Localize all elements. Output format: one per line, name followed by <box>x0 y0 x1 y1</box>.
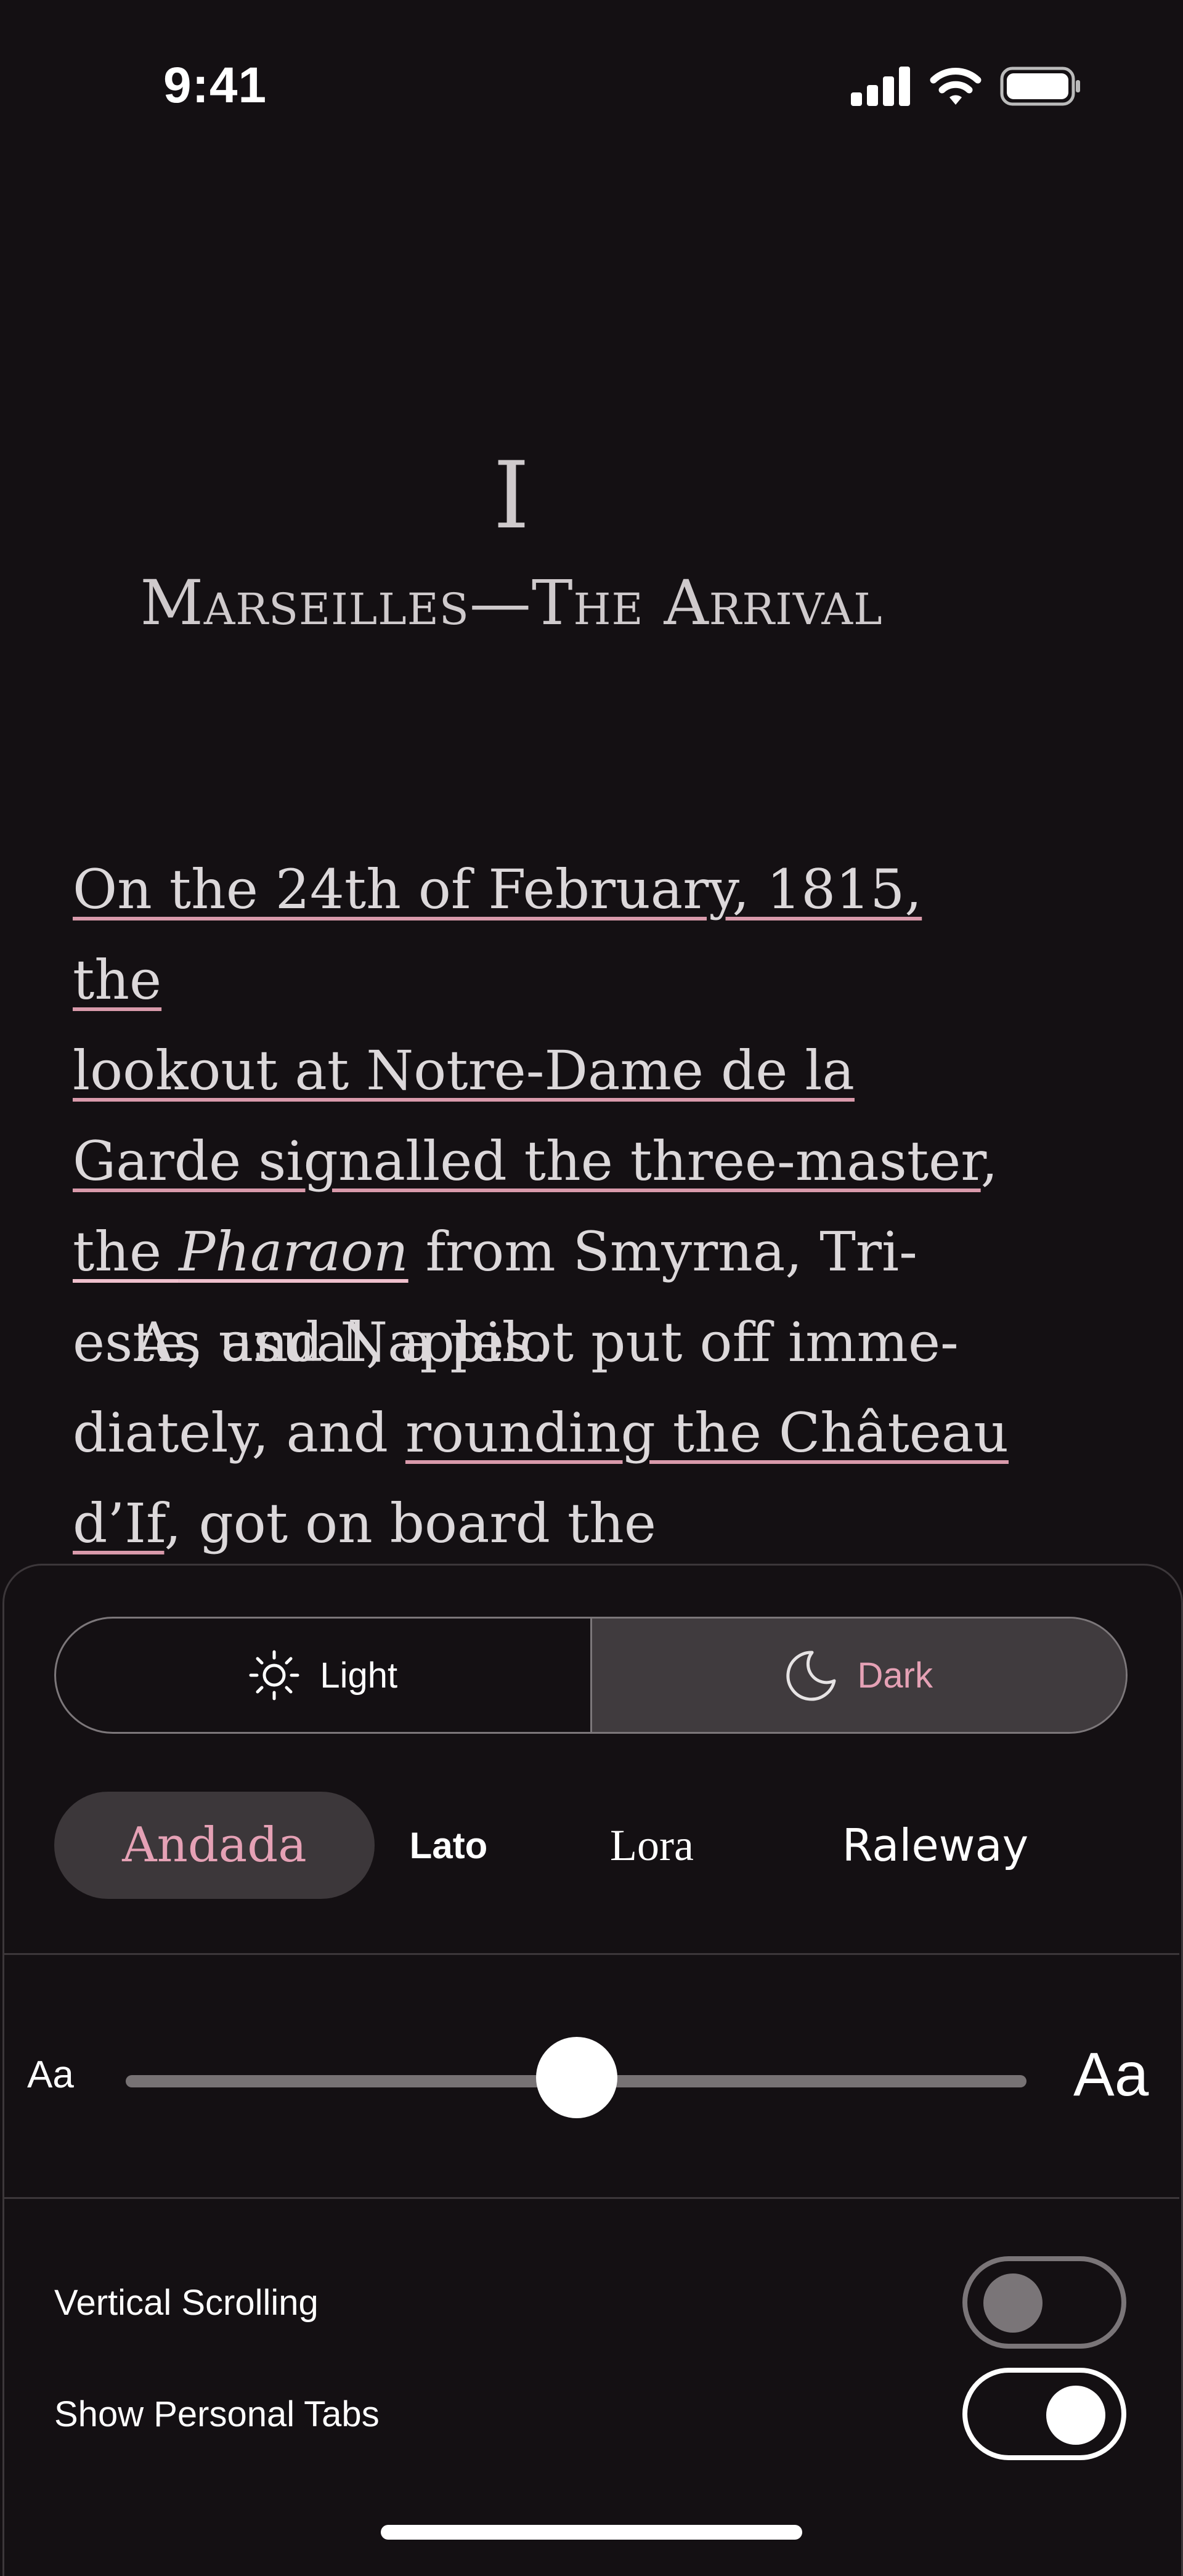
theme-light-button[interactable]: Light <box>56 1619 592 1732</box>
show-personal-tabs-label: Show Personal Tabs <box>54 2394 380 2434</box>
toggle-knob <box>1046 2386 1105 2445</box>
text-size-large-label: Aa <box>1073 2040 1149 2109</box>
highlight-3[interactable]: Garde signalled the three-master <box>73 1129 981 1193</box>
battery-icon <box>1000 67 1080 106</box>
font-option-raleway[interactable]: Raleway <box>794 1792 1077 1899</box>
highlight-4-text: the <box>73 1220 179 1283</box>
font-option-andada[interactable]: Andada <box>54 1792 375 1899</box>
theme-light-label: Light <box>320 1655 398 1696</box>
font-selector: Andada Lato Lora Raleway <box>54 1792 1128 1899</box>
highlight-4[interactable]: the Pharaon <box>73 1220 409 1283</box>
divider <box>2 2197 1179 2199</box>
divider <box>2 1953 1179 1955</box>
highlight-2[interactable]: lookout at Notre-Dame de la <box>73 1039 855 1102</box>
chapter-number: I <box>493 442 530 550</box>
moon-icon <box>786 1651 836 1701</box>
status-time: 9:41 <box>163 57 267 113</box>
text-size-slider-thumb[interactable] <box>536 2037 617 2118</box>
vertical-scrolling-label: Vertical Scrolling <box>54 2283 319 2323</box>
theme-segmented-control: Light Dark <box>54 1617 1128 1734</box>
text-size-small-label: Aa <box>27 2054 74 2096</box>
theme-dark-button[interactable]: Dark <box>592 1619 1126 1732</box>
home-indicator <box>381 2525 802 2540</box>
font-option-lato[interactable]: Lato <box>375 1792 522 1899</box>
toggle-knob <box>983 2273 1043 2333</box>
paragraph-2-text-2: , got on board the <box>164 1492 657 1555</box>
ship-name: Pharaon <box>179 1220 409 1283</box>
sun-icon <box>249 1650 299 1700</box>
chapter-title: Marseilles—The Arrival <box>140 567 883 639</box>
theme-dark-label: Dark <box>857 1655 933 1696</box>
chapter-paragraph-2: As usual, a pilot put off imme-diately, … <box>73 1297 1009 1569</box>
cellular-signal-icon <box>851 67 910 106</box>
wifi-icon <box>930 68 982 105</box>
vertical-scrolling-toggle[interactable] <box>962 2256 1126 2349</box>
font-option-lora[interactable]: Lora <box>590 1792 713 1899</box>
status-icons <box>851 67 1081 106</box>
punctuation: , <box>980 1129 998 1193</box>
highlight-1[interactable]: On the 24th of February, 1815, the <box>73 858 922 1012</box>
show-personal-tabs-toggle[interactable] <box>962 2368 1126 2460</box>
